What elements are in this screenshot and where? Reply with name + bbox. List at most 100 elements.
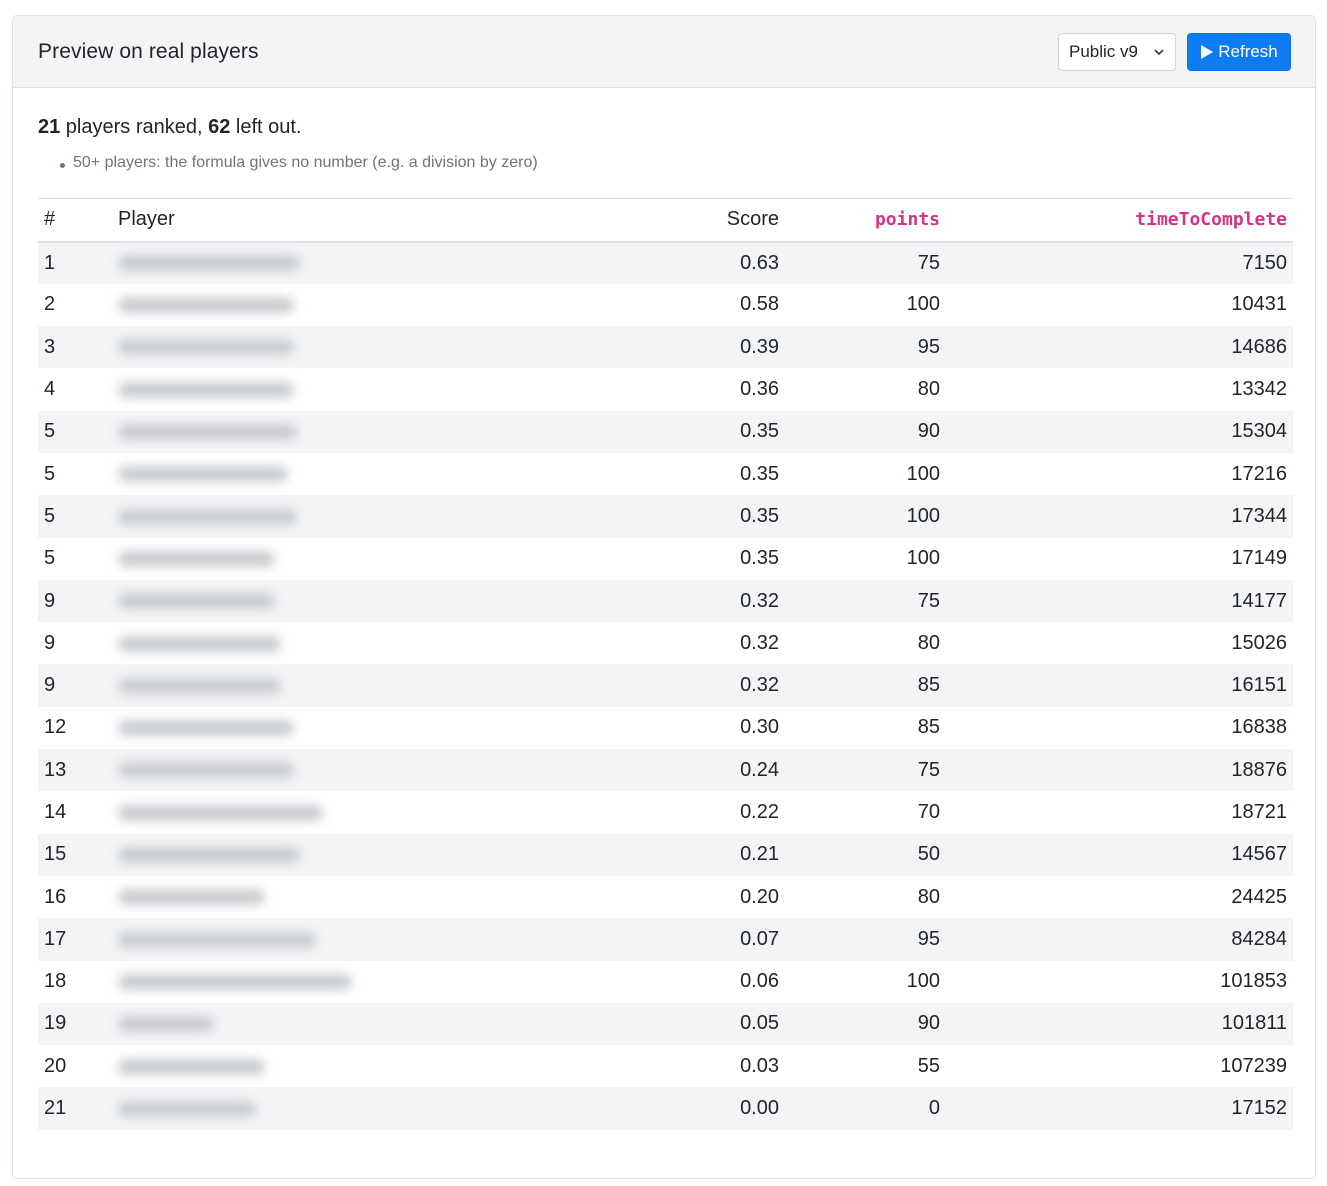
points-cell: 80 — [917, 631, 940, 654]
table-row: 17 0.07 95 84284 — [38, 918, 1293, 961]
redacted-player-name — [118, 1016, 214, 1033]
points-cell: 95 — [785, 326, 946, 369]
points-cell: 50 — [785, 833, 946, 876]
table-row: 9 0.32 80 15026 — [38, 622, 1293, 664]
column-header-time[interactable]: timeToComplete — [946, 198, 1293, 243]
points-cell: 100 — [906, 547, 940, 570]
points-cell: 55 — [917, 1054, 940, 1077]
redacted-player-name — [118, 635, 281, 652]
column-header-points[interactable]: points — [785, 198, 946, 243]
rank-cell: 9 — [38, 664, 112, 707]
rank-cell: 5 — [44, 547, 56, 570]
player-cell — [112, 961, 632, 1003]
rank-cell: 9 — [44, 631, 56, 654]
summary-text: 21 players ranked, 62 left out. — [38, 116, 1293, 142]
score-cell: 0.30 — [740, 716, 779, 739]
rank-cell: 21 — [38, 1087, 112, 1130]
player-cell — [112, 876, 632, 918]
rank-cell: 5 — [44, 462, 56, 485]
table-row: 20 0.03 55 107239 — [38, 1045, 1293, 1087]
table-row: 5 0.35 100 17344 — [38, 495, 1293, 538]
time-cell: 10431 — [1231, 293, 1287, 316]
points-cell: 100 — [906, 970, 940, 993]
score-cell: 0.36 — [740, 378, 779, 401]
table-row: 16 0.20 80 24425 — [38, 876, 1293, 918]
rank-cell: 20 — [44, 1054, 67, 1077]
rank-cell: 13 — [38, 749, 112, 792]
points-cell: 0 — [785, 1087, 946, 1130]
table-row: 15 0.21 50 14567 — [38, 833, 1293, 876]
points-cell: 90 — [785, 1002, 946, 1046]
player-cell — [112, 495, 632, 538]
column-header-player[interactable]: Player — [112, 198, 632, 243]
notes-list: 50+ players: the formula gives no number… — [38, 154, 1293, 176]
score-cell: 0.58 — [740, 293, 779, 316]
time-cell: 18876 — [946, 749, 1293, 792]
rank-cell: 16 — [44, 885, 67, 908]
table-row: 13 0.24 75 18876 — [38, 749, 1293, 792]
redacted-player-name — [118, 255, 300, 272]
time-cell: 17344 — [946, 495, 1293, 538]
rank-cell: 2 — [44, 293, 56, 316]
score-cell: 0.35 — [740, 547, 779, 570]
score-cell: 0.35 — [632, 410, 785, 453]
rank-cell: 5 — [38, 495, 112, 538]
redacted-player-name — [118, 297, 294, 314]
time-cell: 101853 — [1220, 970, 1287, 993]
chevron-down-icon — [1154, 48, 1164, 55]
points-cell: 75 — [785, 241, 946, 284]
version-select[interactable]: Public v9 — [1058, 32, 1176, 71]
score-cell: 0.32 — [740, 631, 779, 654]
rank-cell: 3 — [38, 326, 112, 369]
table-row: 4 0.36 80 13342 — [38, 368, 1293, 410]
refresh-button-label: Refresh — [1218, 41, 1278, 61]
points-cell: 100 — [906, 293, 940, 316]
table-row: 5 0.35 100 17216 — [38, 453, 1293, 495]
player-cell — [112, 749, 632, 792]
score-cell: 0.32 — [632, 664, 785, 707]
column-header-score[interactable]: Score — [632, 198, 785, 243]
score-cell: 0.06 — [740, 970, 779, 993]
table-row: 5 0.35 90 15304 — [38, 410, 1293, 453]
rank-cell: 1 — [38, 241, 112, 284]
player-cell — [112, 707, 632, 749]
time-cell: 17152 — [946, 1087, 1293, 1130]
points-cell: 75 — [785, 749, 946, 792]
time-cell: 13342 — [1231, 378, 1287, 401]
table-header-row: # Player Score points timeToComplete — [38, 198, 1293, 243]
redacted-player-name — [118, 720, 294, 737]
results-table: # Player Score points timeToComplete 1 0.… — [38, 198, 1293, 1130]
table-row: 1 0.63 75 7150 — [38, 241, 1293, 284]
time-cell: 14686 — [946, 326, 1293, 369]
time-cell: 7150 — [946, 241, 1293, 284]
score-cell: 0.20 — [740, 885, 779, 908]
points-cell: 85 — [785, 664, 946, 707]
time-cell: 24425 — [1231, 885, 1287, 908]
table-row: 2 0.58 100 10431 — [38, 284, 1293, 326]
redacted-player-name — [118, 593, 275, 610]
redacted-player-name — [118, 508, 297, 525]
score-cell: 0.21 — [632, 833, 785, 876]
time-cell: 84284 — [946, 918, 1293, 961]
rank-cell: 14 — [44, 801, 67, 823]
table-row: 21 0.00 0 17152 — [38, 1087, 1293, 1130]
time-cell: 107239 — [1220, 1054, 1287, 1077]
redacted-player-name — [118, 889, 265, 906]
table-row: 3 0.39 95 14686 — [38, 326, 1293, 369]
redacted-player-name — [118, 381, 294, 398]
refresh-button[interactable]: Refresh — [1187, 32, 1291, 71]
left-out-count: 62 — [208, 116, 231, 138]
player-cell — [112, 1002, 632, 1046]
player-cell — [112, 284, 632, 326]
time-cell: 14177 — [946, 579, 1293, 623]
redacted-player-name — [118, 677, 281, 694]
player-cell — [112, 1087, 632, 1130]
points-cell: 95 — [785, 918, 946, 961]
points-cell: 100 — [785, 495, 946, 538]
score-cell: 0.32 — [632, 579, 785, 623]
column-header-rank[interactable]: # — [38, 198, 112, 243]
redacted-player-name — [118, 973, 352, 990]
player-cell — [112, 622, 632, 664]
table-row: 18 0.06 100 101853 — [38, 961, 1293, 1003]
points-cell: 80 — [917, 885, 940, 908]
